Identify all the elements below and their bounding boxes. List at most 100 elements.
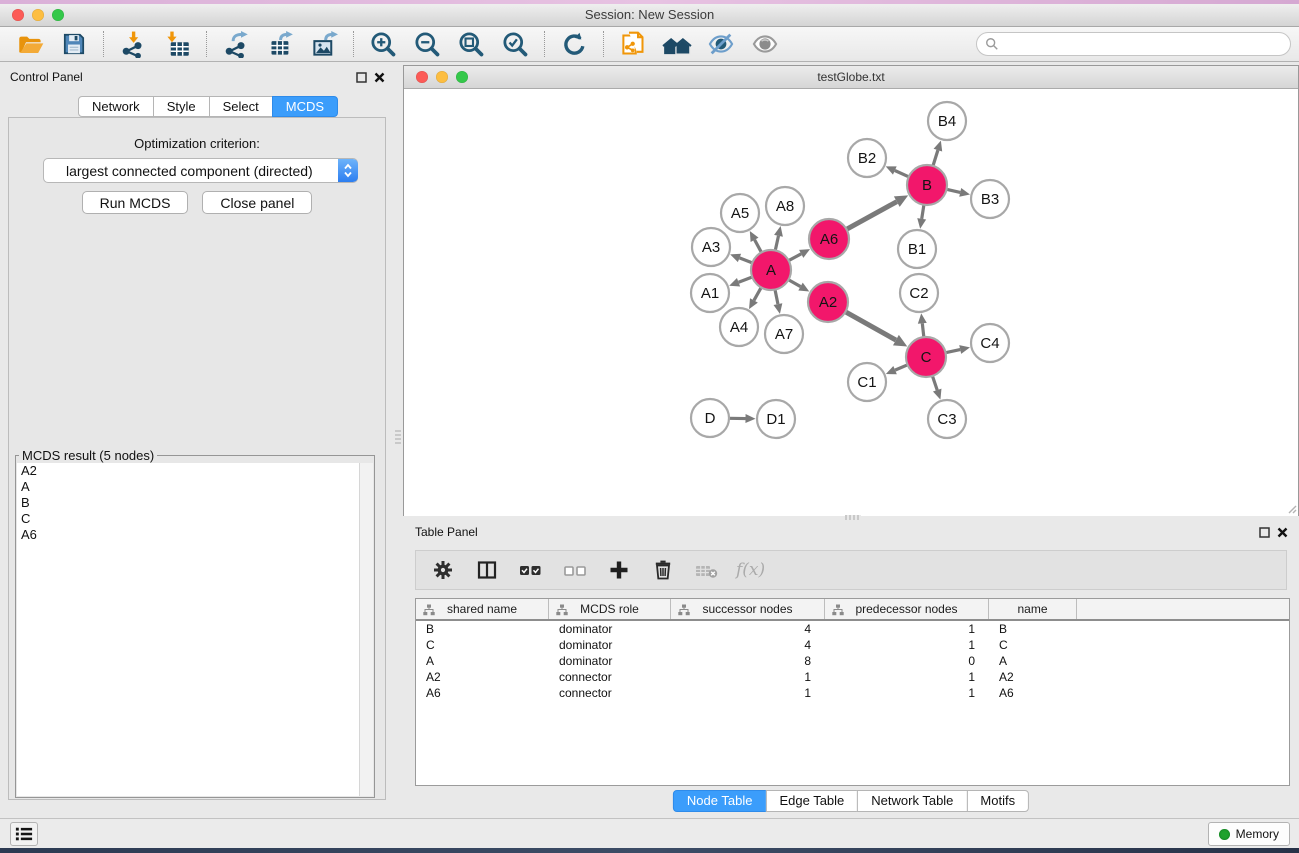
save-floppy-icon: [61, 31, 87, 57]
column-label: shared name: [447, 602, 517, 616]
result-scrollbar[interactable]: [359, 463, 373, 796]
table-row[interactable]: Cdominator41C: [416, 637, 1289, 653]
save-session-button[interactable]: [56, 29, 92, 59]
add-row-button[interactable]: [604, 555, 634, 585]
zoom-network-button[interactable]: [456, 71, 468, 83]
graph-edge-A-A2[interactable]: [788, 280, 800, 287]
table-row[interactable]: Adominator80A: [416, 653, 1289, 669]
graph-edge-A-A4[interactable]: [754, 287, 761, 300]
export-table-button[interactable]: [262, 29, 298, 59]
tab-edge-table[interactable]: Edge Table: [765, 790, 858, 812]
run-mcds-button[interactable]: Run MCDS: [82, 191, 189, 214]
memory-button[interactable]: Memory: [1208, 822, 1290, 846]
float-icon: [1259, 527, 1270, 538]
close-icon: [1277, 527, 1288, 538]
task-history-button[interactable]: [10, 822, 38, 846]
minimize-window-button[interactable]: [32, 9, 44, 21]
graph-edge-B-B1[interactable]: [922, 205, 924, 219]
graph-edge-A-A7[interactable]: [775, 290, 778, 305]
graph-node-label: D1: [766, 411, 785, 428]
graph-edge-A-A3[interactable]: [739, 258, 752, 263]
graph-edge-C-C4[interactable]: [946, 350, 961, 353]
graph-edge-A-A5[interactable]: [755, 240, 762, 253]
delete-table-button[interactable]: [692, 555, 722, 585]
search-input[interactable]: [1005, 36, 1282, 52]
import-table-button[interactable]: [159, 29, 195, 59]
tab-select[interactable]: Select: [209, 96, 273, 117]
criterion-value: largest connected component (directed): [44, 163, 338, 179]
tab-mcds[interactable]: MCDS: [272, 96, 338, 117]
import-network-button[interactable]: [115, 29, 151, 59]
table-cell: C: [416, 638, 549, 652]
zoom-out-button[interactable]: [409, 29, 445, 59]
column-header-MCDS-role[interactable]: MCDS role: [549, 599, 671, 619]
control-panel-title: Control Panel: [10, 70, 83, 84]
close-mcds-panel-button[interactable]: Close panel: [202, 191, 312, 214]
clone-network-button[interactable]: [615, 29, 651, 59]
close-table-panel-button[interactable]: [1275, 525, 1289, 539]
graph-edge-A-A6[interactable]: [789, 254, 802, 261]
table-row[interactable]: A6connector11A6: [416, 685, 1289, 701]
close-network-button[interactable]: [416, 71, 428, 83]
tab-motifs[interactable]: Motifs: [966, 790, 1029, 812]
graph-edge-A2-C[interactable]: [845, 312, 895, 340]
graph-edge-B-B3[interactable]: [947, 189, 961, 192]
column-header-shared-name[interactable]: shared name: [416, 599, 549, 619]
table-cell: 1: [671, 686, 825, 700]
network-canvas[interactable]: B4B2BB3A8A5A6A3B1AA1C2A2A4A7C4CC1C3DD1: [404, 89, 1298, 516]
mcds-result-item[interactable]: C: [17, 511, 360, 527]
graph-edge-C-C1[interactable]: [895, 365, 908, 370]
select-all-button[interactable]: [516, 555, 546, 585]
tab-network-table[interactable]: Network Table: [857, 790, 967, 812]
export-image-button[interactable]: [306, 29, 342, 59]
criterion-select[interactable]: largest connected component (directed): [43, 158, 358, 183]
float-panel-button[interactable]: [354, 70, 368, 84]
table-row[interactable]: A2connector11A2: [416, 669, 1289, 685]
zoom-in-button[interactable]: [365, 29, 401, 59]
minimize-network-button[interactable]: [436, 71, 448, 83]
tab-node-table[interactable]: Node Table: [673, 790, 767, 812]
table-settings-button[interactable]: [428, 555, 458, 585]
zoom-window-button[interactable]: [52, 9, 64, 21]
show-nested-network-button[interactable]: [659, 29, 695, 59]
vertical-divider-grip[interactable]: [395, 430, 401, 446]
mcds-result-item[interactable]: A2: [17, 463, 360, 479]
show-all-button[interactable]: [747, 29, 783, 59]
close-panel-button[interactable]: [372, 70, 386, 84]
tree-attribute-icon: [832, 604, 844, 616]
graph-node-label: B1: [908, 241, 926, 258]
graph-edge-arrowhead: [745, 414, 755, 423]
resize-corner-icon[interactable]: [1286, 503, 1297, 514]
graph-edge-A6-B[interactable]: [847, 202, 897, 230]
graph-edge-arrowhead: [917, 218, 926, 229]
fit-content-button[interactable]: [453, 29, 489, 59]
mcds-result-item[interactable]: A6: [17, 527, 360, 543]
table-cell: dominator: [549, 622, 671, 636]
show-columns-button[interactable]: [472, 555, 502, 585]
tab-network[interactable]: Network: [78, 96, 154, 117]
tab-style[interactable]: Style: [153, 96, 210, 117]
open-session-button[interactable]: [12, 29, 48, 59]
zoom-selected-button[interactable]: [497, 29, 533, 59]
close-window-button[interactable]: [12, 9, 24, 21]
graph-edge-A-A8[interactable]: [775, 236, 778, 251]
graph-edge-B-B2[interactable]: [895, 171, 909, 177]
delete-row-button[interactable]: [648, 555, 678, 585]
graph-edge-C-C3[interactable]: [932, 376, 937, 390]
mcds-result-item[interactable]: A: [17, 479, 360, 495]
graph-edge-A-A1[interactable]: [739, 277, 753, 282]
float-table-panel-button[interactable]: [1257, 525, 1271, 539]
graph-edge-B-B4[interactable]: [933, 150, 938, 166]
apply-layout-button[interactable]: [556, 29, 592, 59]
column-header-name[interactable]: name: [989, 599, 1077, 619]
mcds-result-item[interactable]: B: [17, 495, 360, 511]
graph-edge-C-C2[interactable]: [922, 323, 924, 337]
control-panel-tabs: NetworkStyleSelectMCDS: [78, 96, 338, 117]
hide-selected-button[interactable]: [703, 29, 739, 59]
deselect-all-button[interactable]: [560, 555, 590, 585]
function-builder-button[interactable]: f(x): [736, 560, 765, 580]
column-header-successor-nodes[interactable]: successor nodes: [671, 599, 825, 619]
column-header-predecessor-nodes[interactable]: predecessor nodes: [825, 599, 989, 619]
table-row[interactable]: Bdominator41B: [416, 621, 1289, 637]
export-network-button[interactable]: [218, 29, 254, 59]
